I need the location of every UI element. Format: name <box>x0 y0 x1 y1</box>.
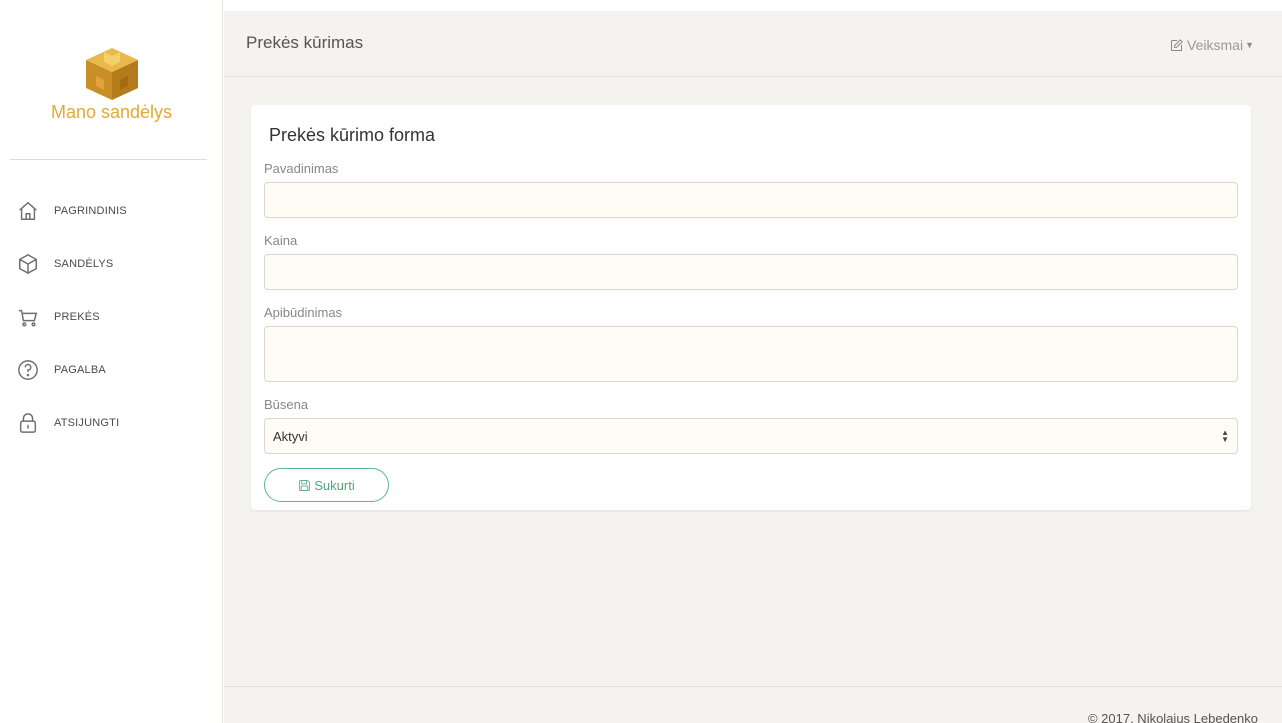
price-input[interactable] <box>264 254 1238 290</box>
create-button-label: Sukurti <box>314 477 355 493</box>
box-logo-icon <box>85 48 138 100</box>
status-select-value: Aktyvi <box>273 428 308 444</box>
page-title: Prekės kūrimas <box>246 33 364 52</box>
sidebar-item-pagalba[interactable]: PAGALBA <box>0 343 223 396</box>
save-icon <box>299 479 311 491</box>
sidebar-item-prekes[interactable]: PREKĖS <box>0 290 223 343</box>
lock-icon <box>16 411 40 435</box>
actions-dropdown[interactable]: Veiksmai ▼ <box>1169 37 1254 53</box>
home-icon <box>16 199 40 223</box>
sidebar-divider <box>10 159 207 160</box>
main-content: Prekės kūrimas Veiksmai ▼ Prekės kūrimo … <box>224 11 1282 723</box>
name-input[interactable] <box>264 182 1238 218</box>
sidebar-item-label: ATSIJUNGTI <box>54 416 120 429</box>
actions-label: Veiksmai <box>1187 37 1244 53</box>
sidebar-item-atsijungti[interactable]: ATSIJUNGTI <box>0 396 223 449</box>
footer: © 2017, Nikolajus Lebedenko <box>224 686 1282 723</box>
sidebar-nav: PAGRINDINIS SANDĖLYS PREKĖS PAGALBA ATSI… <box>0 184 223 449</box>
sidebar-item-label: PAGALBA <box>54 363 106 376</box>
name-label: Pavadinimas <box>264 161 339 176</box>
sidebar-item-label: SANDĖLYS <box>54 257 114 270</box>
brand-name: Mano sandėlys <box>50 102 173 122</box>
status-label: Būsena <box>264 397 309 412</box>
sidebar: Mano sandėlys PAGRINDINIS SANDĖLYS PREKĖ… <box>0 0 223 723</box>
caret-down-icon: ▼ <box>1245 40 1254 50</box>
description-label: Apibūdinimas <box>264 305 343 320</box>
sidebar-item-label: PAGRINDINIS <box>54 204 127 217</box>
select-arrows-icon: ▲ ▼ <box>1221 428 1229 444</box>
help-circle-icon <box>16 358 40 382</box>
form-title: Prekės kūrimo forma <box>269 125 436 145</box>
status-select[interactable]: Aktyvi ▲ ▼ <box>264 418 1238 454</box>
sidebar-item-pagrindinis[interactable]: PAGRINDINIS <box>0 184 223 237</box>
edit-icon <box>1171 38 1183 51</box>
create-button[interactable]: Sukurti <box>264 468 389 502</box>
sidebar-item-label: PREKĖS <box>54 310 100 323</box>
page-header: Prekės kūrimas Veiksmai ▼ <box>224 11 1282 77</box>
price-label: Kaina <box>264 233 298 248</box>
cart-icon <box>16 305 40 329</box>
sidebar-item-sandelys[interactable]: SANDĖLYS <box>0 237 223 290</box>
copyright-text: © 2017, Nikolajus Lebedenko <box>1087 711 1258 723</box>
brand[interactable]: Mano sandėlys <box>0 46 223 123</box>
product-form-card: Prekės kūrimo forma Pavadinimas Kaina Ap… <box>251 105 1251 510</box>
description-textarea[interactable] <box>264 326 1238 382</box>
cube-icon <box>16 252 40 276</box>
